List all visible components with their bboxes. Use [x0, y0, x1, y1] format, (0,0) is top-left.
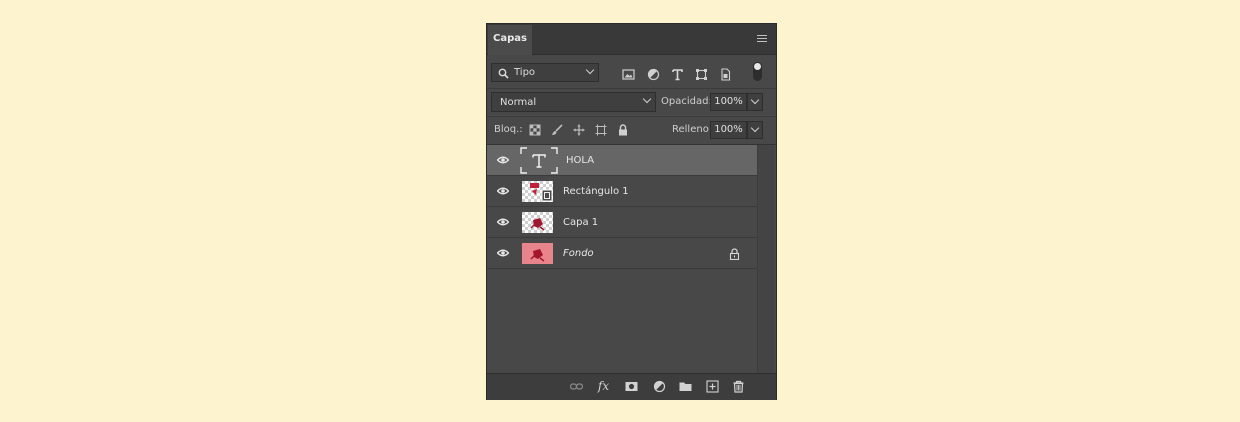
- lock-icon[interactable]: [729, 248, 740, 260]
- panel-menu-icon[interactable]: [757, 35, 767, 43]
- lock-all-icon[interactable]: [617, 124, 629, 136]
- fill-dropdown-button[interactable]: [747, 121, 763, 139]
- panel-footer: fx: [487, 373, 776, 400]
- visibility-eye-icon[interactable]: [497, 249, 509, 257]
- layers-panel: Capas Tipo Normal Opacidad: 100% Bloq.: …: [486, 23, 777, 400]
- blend-mode-label: Normal: [500, 97, 537, 108]
- lock-transparent-pixels-icon[interactable]: [529, 124, 541, 136]
- lock-row: Bloq.: Relleno: 100%: [487, 116, 776, 143]
- layer-row-capa-1[interactable]: Capa 1: [487, 207, 757, 238]
- lock-label: Bloq.:: [494, 124, 523, 135]
- layer-row-hola[interactable]: HOLA: [487, 145, 757, 176]
- search-icon: [498, 68, 509, 79]
- lock-position-icon[interactable]: [573, 124, 585, 136]
- link-layers-icon[interactable]: [570, 380, 583, 393]
- fill-label: Relleno:: [672, 124, 713, 135]
- layer-name: Rectángulo 1: [563, 186, 629, 197]
- layers-list: HOLA Rectángulo 1 Capa 1 Fondo: [487, 144, 776, 373]
- tab-capas[interactable]: Capas: [488, 25, 532, 55]
- image-filter-icon[interactable]: [622, 68, 635, 81]
- fx-icon[interactable]: fx: [597, 380, 610, 393]
- pixel-layer-thumbnail: [522, 212, 553, 233]
- filter-toggle-switch[interactable]: [753, 62, 762, 81]
- lock-artboard-icon[interactable]: [595, 124, 607, 136]
- shape-filter-icon[interactable]: [695, 68, 708, 81]
- chevron-down-icon: [750, 95, 760, 105]
- adjustment-filter-icon[interactable]: [647, 68, 660, 81]
- fill-input[interactable]: 100%: [710, 121, 747, 139]
- opacity-input[interactable]: 100%: [710, 93, 747, 111]
- layer-row-fondo[interactable]: Fondo: [487, 238, 757, 269]
- layer-name: HOLA: [566, 155, 595, 166]
- chevron-down-icon: [585, 65, 595, 75]
- layer-name: Capa 1: [563, 217, 599, 228]
- filter-kind-select[interactable]: Tipo: [491, 63, 599, 82]
- panel-tabbar: Capas: [487, 24, 776, 55]
- layer-name: Fondo: [563, 248, 594, 259]
- background-layer-thumbnail: [522, 243, 553, 264]
- visibility-eye-icon[interactable]: [497, 156, 509, 164]
- delete-layer-trash-icon[interactable]: [732, 380, 745, 393]
- add-mask-icon[interactable]: [625, 380, 638, 393]
- smart-object-filter-icon[interactable]: [719, 68, 732, 81]
- new-group-folder-icon[interactable]: [679, 380, 692, 393]
- layer-row-rectangulo-1[interactable]: Rectángulo 1: [487, 176, 757, 207]
- type-filter-icon[interactable]: [671, 68, 684, 81]
- layers-scrollbar[interactable]: [757, 145, 774, 373]
- filter-row: Tipo: [487, 60, 776, 86]
- blend-mode-select[interactable]: Normal: [491, 92, 656, 112]
- opacity-dropdown-button[interactable]: [747, 93, 763, 111]
- lock-image-pixels-icon[interactable]: [551, 124, 563, 136]
- visibility-eye-icon[interactable]: [497, 218, 509, 226]
- visibility-eye-icon[interactable]: [497, 187, 509, 195]
- chevron-down-icon: [642, 94, 652, 104]
- new-layer-icon[interactable]: [706, 380, 719, 393]
- blend-row: Normal Opacidad: 100%: [487, 88, 776, 115]
- text-layer-thumbnail-icon: [520, 147, 558, 174]
- opacity-label: Opacidad:: [661, 96, 712, 107]
- filter-kind-label: Tipo: [514, 67, 536, 78]
- adjustment-layer-icon[interactable]: [653, 380, 666, 393]
- shape-layer-thumbnail: [522, 181, 553, 202]
- chevron-down-icon: [750, 123, 760, 133]
